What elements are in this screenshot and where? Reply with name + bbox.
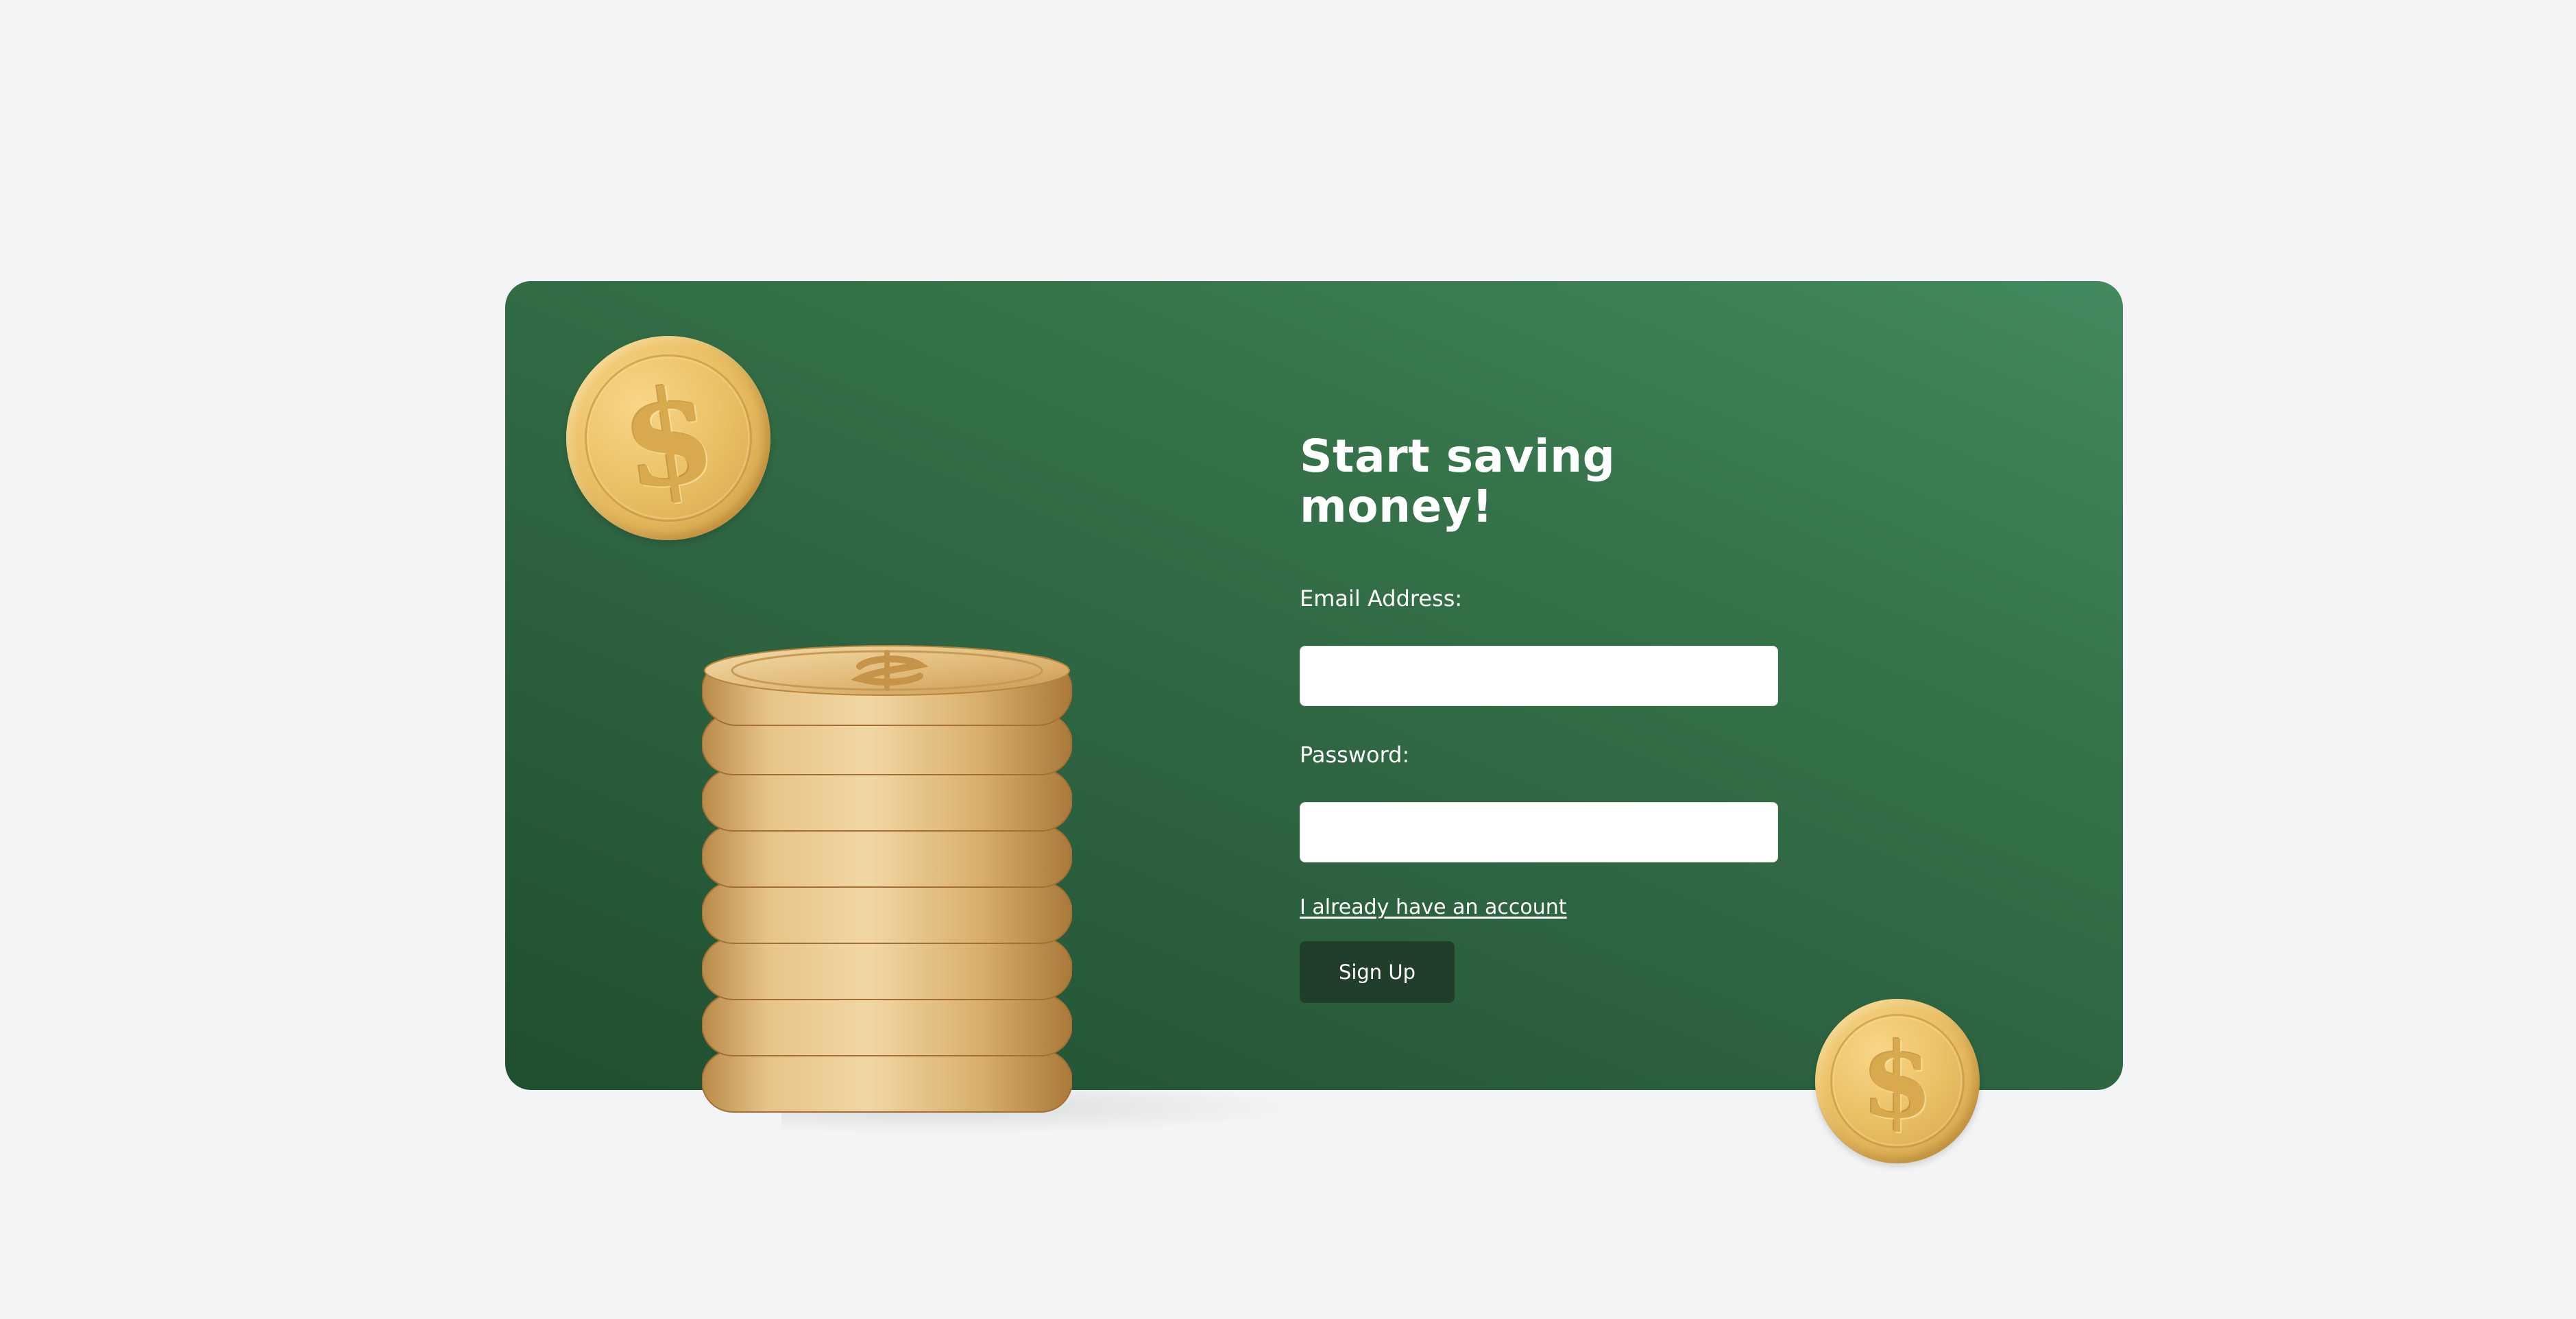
- signup-page: Start saving money! Email Address: Passw…: [0, 0, 2576, 1319]
- dollar-sign-icon: $: [613, 356, 724, 520]
- dollar-coin-icon: $: [552, 322, 784, 554]
- sign-up-button[interactable]: Sign Up: [1300, 941, 1455, 1004]
- email-field[interactable]: [1300, 646, 1778, 707]
- coin-stack-layers: [702, 645, 1072, 1113]
- signup-form: Start saving money! Email Address: Passw…: [1300, 430, 1779, 1004]
- dollar-sign-icon: $: [1861, 1021, 1934, 1141]
- password-label: Password:: [1300, 742, 1410, 769]
- dollar-coin-icon: $: [1815, 999, 1980, 1163]
- coin-stack-illustration: [702, 645, 1072, 1113]
- login-link[interactable]: I already have an account: [1300, 895, 1567, 919]
- page-title: Start saving money!: [1300, 430, 1616, 533]
- email-label: Email Address:: [1300, 585, 1463, 612]
- password-field[interactable]: [1300, 802, 1778, 863]
